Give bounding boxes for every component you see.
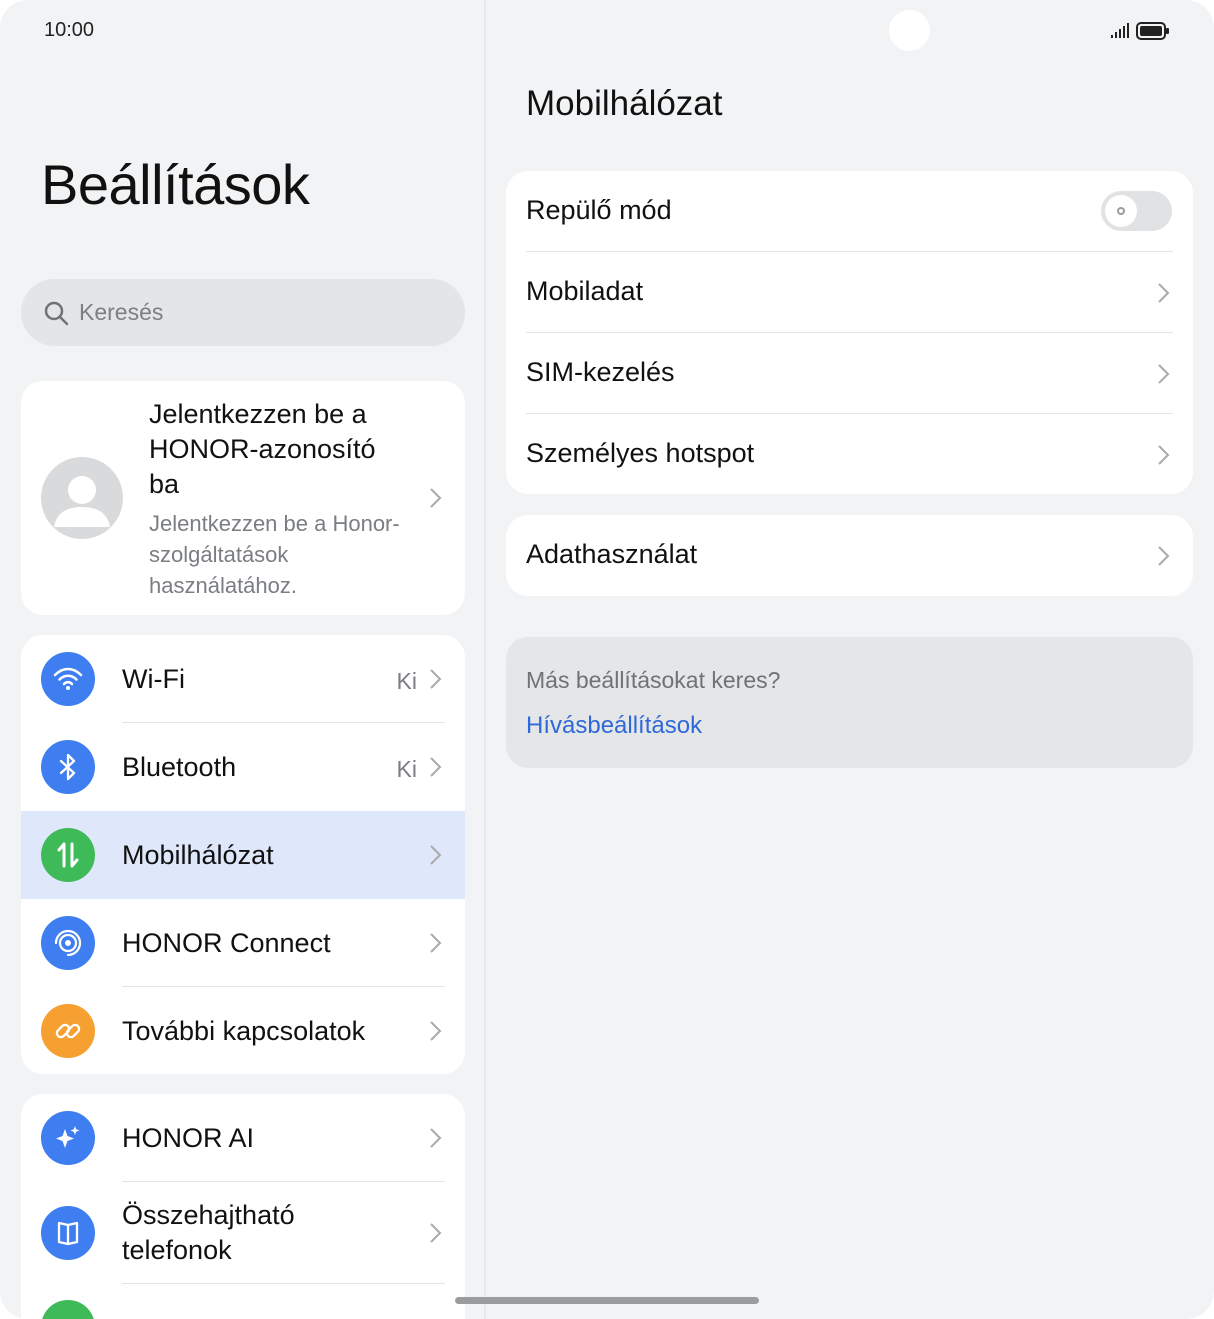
chevron-right-icon — [430, 1128, 442, 1148]
sidebar-item-mobile-network[interactable]: Mobilhálózat — [21, 811, 465, 899]
pane-divider — [484, 0, 486, 1319]
partial-item-icon — [41, 1300, 95, 1319]
sidebar-item-label: Mobilhálózat — [122, 840, 274, 870]
account-title: Jelentkezzen be a HONOR-azonosító ba — [149, 399, 376, 499]
setting-label: Adathasználat — [526, 539, 698, 569]
home-indicator[interactable] — [455, 1297, 759, 1304]
bluetooth-status: Ki — [396, 756, 417, 782]
sidebar-item-more-connections[interactable]: További kapcsolatok — [21, 987, 465, 1074]
sidebar-item-wifi[interactable]: Wi-Fi Ki — [21, 635, 465, 723]
connectivity-list: Wi-Fi Ki Bluetooth Ki Mobilhálózat HONOR… — [21, 635, 465, 1074]
sidebar-item-label: HONOR AI — [122, 1123, 255, 1153]
chevron-right-icon — [430, 845, 442, 865]
chevron-right-icon — [1158, 546, 1170, 566]
link-icon — [41, 1004, 95, 1058]
toggle-off-indicator — [1117, 207, 1125, 215]
foldable-icon — [41, 1206, 95, 1260]
mobile-network-settings: Repülő mód Mobiladat SIM-kezelés Személy… — [506, 171, 1193, 494]
chevron-right-icon — [1158, 283, 1170, 303]
front-camera-cutout — [889, 10, 930, 51]
setting-label: SIM-kezelés — [526, 357, 675, 387]
sidebar-item-label: Wi-Fi — [122, 664, 185, 694]
wifi-icon — [41, 652, 95, 706]
setting-airplane-mode[interactable]: Repülő mód — [506, 171, 1193, 252]
status-icons — [1110, 22, 1170, 40]
setting-sim-management[interactable]: SIM-kezelés — [506, 333, 1193, 414]
status-time: 10:00 — [44, 19, 95, 41]
wifi-status: Ki — [396, 668, 417, 694]
setting-label: Mobiladat — [526, 276, 644, 306]
device-screen: 10:00 Beállítások Keresés Jelentkezzen b… — [0, 0, 1214, 1319]
chevron-right-icon — [1158, 445, 1170, 465]
detail-title: Mobilhálózat — [526, 84, 723, 123]
avatar-icon — [41, 457, 123, 539]
chevron-right-icon — [430, 757, 442, 777]
battery-icon — [1136, 22, 1169, 40]
sidebar-item-honor-connect[interactable]: HONOR Connect — [21, 899, 465, 987]
sidebar-item-label: Összehajtható telefonok — [122, 1200, 295, 1265]
account-subtitle: Jelentkezzen be a Honor-szolgáltatások h… — [149, 511, 400, 598]
account-card[interactable]: Jelentkezzen be a HONOR-azonosító ba Jel… — [21, 381, 465, 615]
search-icon — [44, 301, 69, 325]
chevron-right-icon — [430, 1021, 442, 1041]
chevron-right-icon — [430, 669, 442, 689]
search-placeholder: Keresés — [79, 299, 164, 325]
sidebar-item-foldable-phones[interactable]: Összehajtható telefonok — [21, 1182, 465, 1284]
chevron-right-icon — [1158, 364, 1170, 384]
setting-data-usage[interactable]: Adathasználat — [506, 515, 1193, 596]
sidebar-item-label: HONOR Connect — [122, 928, 331, 958]
setting-mobile-data[interactable]: Mobiladat — [506, 252, 1193, 333]
honor-connect-icon — [41, 916, 95, 970]
sidebar-item-label: További kapcsolatok — [122, 1016, 366, 1046]
ai-sparkle-icon — [41, 1111, 95, 1165]
signal-icon — [1111, 23, 1129, 38]
suggestion-question: Más beállításokat keres? — [526, 667, 781, 693]
search-bar[interactable]: Keresés — [21, 279, 465, 346]
airplane-mode-toggle[interactable] — [1101, 191, 1172, 231]
call-settings-link[interactable]: Hívásbeállítások — [526, 712, 702, 740]
suggestion-card: Más beállításokat keres? Hívásbeállításo… — [506, 637, 1193, 768]
chevron-right-icon — [430, 933, 442, 953]
setting-label: Személyes hotspot — [526, 438, 755, 468]
features-list: HONOR AI Összehajtható telefonok — [21, 1094, 465, 1319]
data-usage-settings: Adathasználat — [506, 515, 1193, 596]
sidebar-item-label: Bluetooth — [122, 752, 237, 782]
sidebar-item-bluetooth[interactable]: Bluetooth Ki — [21, 723, 465, 811]
page-title: Beállítások — [41, 153, 310, 216]
bluetooth-icon — [41, 740, 95, 794]
chevron-right-icon — [430, 488, 442, 508]
sidebar-item-honor-ai[interactable]: HONOR AI — [21, 1094, 465, 1182]
toggle-knob — [1105, 195, 1137, 227]
setting-personal-hotspot[interactable]: Személyes hotspot — [506, 414, 1193, 494]
mobile-data-icon — [41, 828, 95, 882]
setting-label: Repülő mód — [526, 195, 672, 225]
sidebar-item-partial[interactable] — [21, 1284, 465, 1319]
chevron-right-icon — [430, 1223, 442, 1243]
